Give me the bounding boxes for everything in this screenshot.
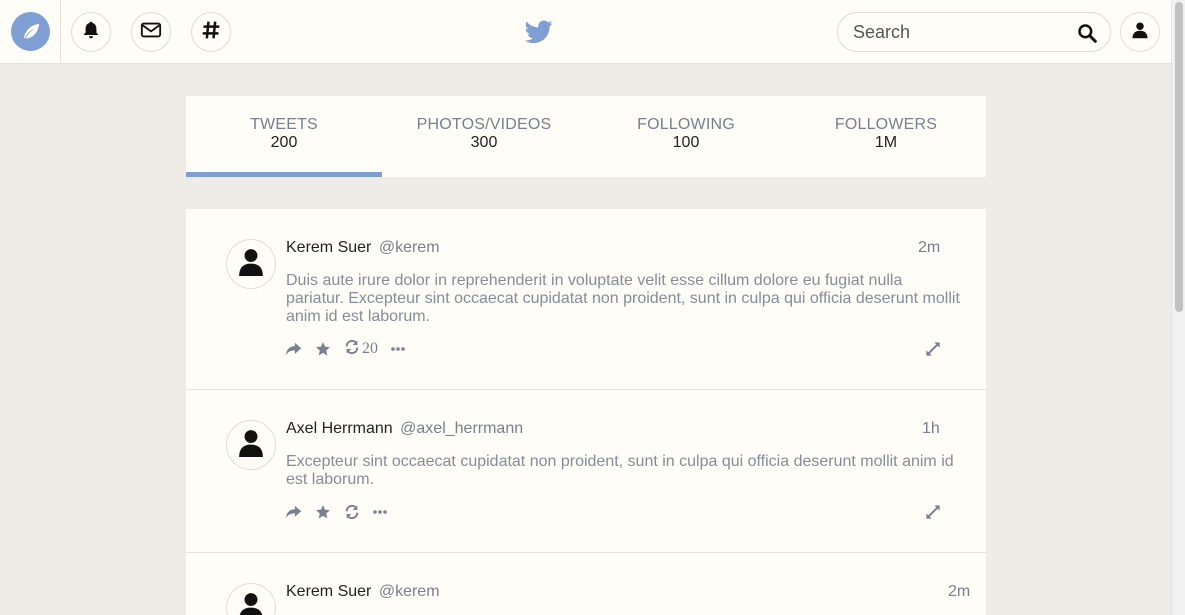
expand-icon[interactable]: [925, 341, 941, 357]
tweet-time: 1h: [922, 420, 940, 437]
tweet-author-name[interactable]: Kerem Suer: [286, 583, 371, 600]
stat-label: FOLLOWING: [637, 116, 735, 133]
stat-label: FOLLOWERS: [834, 116, 938, 133]
tweet-author-name[interactable]: Kerem Suer: [286, 239, 371, 256]
tweet-item: Kerem Suer @kerem 2m: [186, 553, 986, 615]
tab-following[interactable]: FOLLOWING 100: [586, 96, 786, 177]
bell-icon: [81, 20, 101, 45]
tweet-author-handle[interactable]: @kerem: [379, 239, 440, 256]
hashtags-button[interactable]: [191, 12, 231, 52]
tab-tweets[interactable]: TWEETS 200: [186, 96, 382, 177]
favorite-icon[interactable]: [315, 504, 331, 520]
retweet-button[interactable]: 20: [344, 339, 378, 360]
stat-value: 300: [470, 134, 498, 151]
user-icon: [1131, 21, 1149, 44]
reply-icon[interactable]: [285, 505, 302, 519]
tweet-time: 2m: [948, 583, 971, 600]
tweet-item: Kerem Suer @kerem 2m Duis aute irure dol…: [186, 209, 986, 390]
stat-value: 1M: [874, 134, 898, 151]
tweet-actions: 20: [285, 339, 418, 360]
retweet-icon[interactable]: [344, 504, 360, 520]
tweet-item: Axel Herrmann @axel_herrmann 1h Excepteu…: [186, 390, 986, 553]
favorite-icon[interactable]: [315, 341, 331, 357]
search-input[interactable]: [853, 21, 1063, 43]
messages-button[interactable]: [131, 12, 171, 52]
user-icon: [238, 592, 264, 615]
expand-icon[interactable]: [925, 504, 941, 520]
reply-icon[interactable]: [285, 342, 302, 356]
more-options-icon[interactable]: [373, 510, 387, 514]
retweet-count: 20: [362, 340, 378, 357]
hashtag-icon: [201, 20, 221, 45]
tweet-actions: [285, 503, 400, 521]
stat-label: PHOTOS/VIDEOS: [416, 116, 552, 133]
avatar[interactable]: [226, 420, 276, 470]
tab-followers[interactable]: FOLLOWERS 1M: [786, 96, 986, 177]
leaf-icon[interactable]: [11, 12, 50, 51]
tweet-feed: Kerem Suer @kerem 2m Duis aute irure dol…: [186, 209, 986, 615]
tweet-text: Duis aute irure dolor in reprehenderit i…: [286, 272, 960, 325]
search-box: [837, 12, 1111, 52]
avatar[interactable]: [226, 583, 276, 615]
tweet-author-handle[interactable]: @axel_herrmann: [400, 420, 523, 437]
twitter-bird-icon[interactable]: [525, 18, 553, 46]
tab-photos-videos[interactable]: PHOTOS/VIDEOS 300: [382, 96, 586, 177]
more-options-icon[interactable]: [391, 347, 405, 351]
profile-stats-tabs: TWEETS 200 PHOTOS/VIDEOS 300 FOLLOWING 1…: [186, 96, 986, 177]
notifications-button[interactable]: [71, 12, 111, 52]
user-icon: [238, 248, 264, 281]
tweet-author-name[interactable]: Axel Herrmann: [286, 420, 393, 437]
stat-value: 200: [270, 134, 298, 151]
stat-value: 100: [672, 134, 700, 151]
scrollbar-thumb[interactable]: [1175, 2, 1183, 312]
profile-button[interactable]: [1120, 12, 1160, 52]
envelope-icon: [140, 21, 162, 44]
page-scrollbar[interactable]: [1171, 0, 1185, 615]
tweet-header: Kerem Suer @kerem: [286, 583, 440, 601]
search-icon[interactable]: [1077, 23, 1097, 43]
retweet-icon: [344, 339, 360, 360]
tweet-header: Kerem Suer @kerem: [286, 239, 440, 257]
top-navbar: [0, 0, 1171, 64]
stat-label: TWEETS: [250, 116, 318, 133]
tweet-text: Excepteur sint occaecat cupidatat non pr…: [286, 453, 954, 488]
header-divider: [60, 0, 61, 63]
tweet-author-handle[interactable]: @kerem: [379, 583, 440, 600]
tweet-header: Axel Herrmann @axel_herrmann: [286, 420, 523, 438]
avatar[interactable]: [226, 239, 276, 289]
user-icon: [238, 429, 264, 462]
tweet-time: 2m: [918, 239, 941, 256]
